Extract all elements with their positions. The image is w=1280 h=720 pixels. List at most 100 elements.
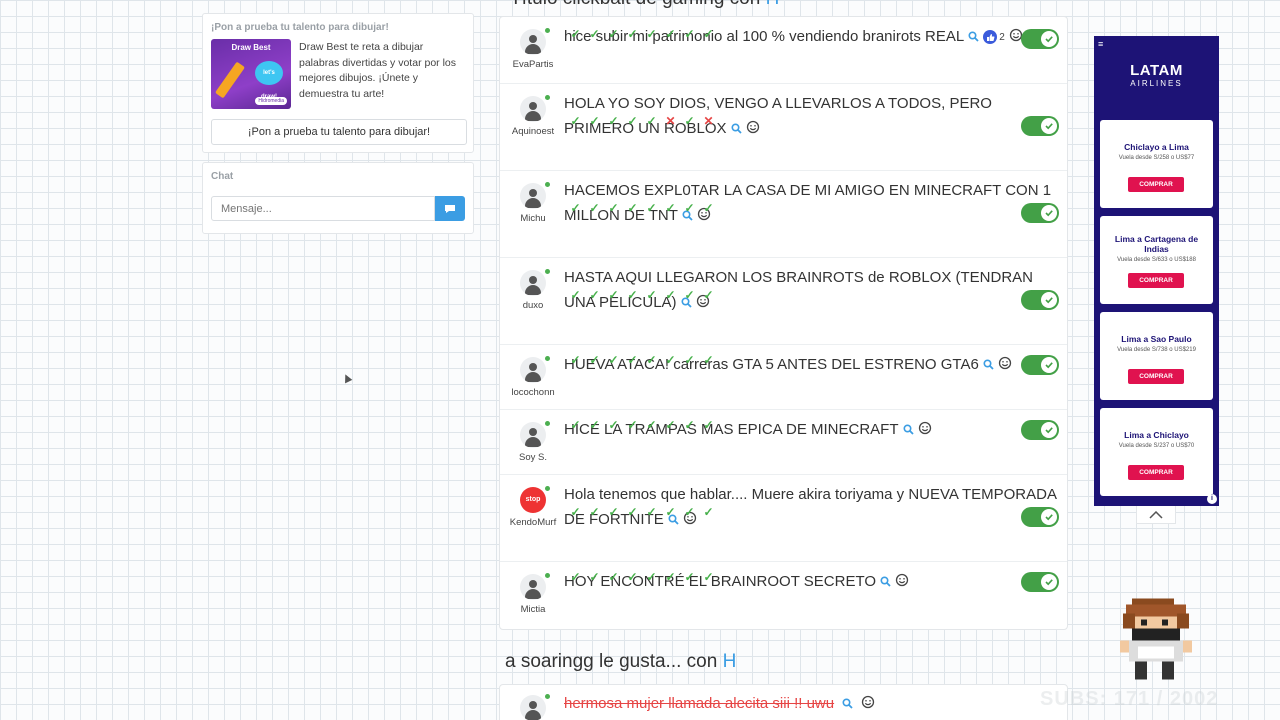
approve-toggle[interactable] [1021,420,1059,440]
check-icon: ✓ [589,570,600,584]
like-badge[interactable]: 2 [983,25,1005,50]
approve-toggle[interactable] [1021,572,1059,592]
emoji-icon[interactable] [895,570,909,595]
check-icon: ✓ [570,114,581,128]
latam-ad-banner[interactable]: ≡ LATAM AIRLINES Chiclayo a Lima Vuela de… [1094,36,1219,506]
check-icon: ✓ [684,570,695,584]
flight-offer[interactable]: Chiclayo a Lima Vuela desde S/258 o US$77… [1100,120,1213,208]
check-icon: ✓ [589,418,600,432]
check-icon: ✓ [646,505,657,519]
check-icon: ✓ [703,505,714,519]
drawbest-image[interactable]: Draw Best let's draw! Hidromedia [211,39,291,109]
username[interactable]: KendoMurf [500,517,566,528]
flight-offer[interactable]: Lima a Cartagena de Indias Vuela desde S/… [1100,216,1213,304]
promo-heading: ¡Pon a prueba tu talento para dibujar! [211,22,389,33]
search-icon[interactable] [983,353,994,378]
user-avatar-icon[interactable] [520,422,546,448]
search-icon[interactable] [842,692,853,717]
username[interactable]: EvaPartis [500,59,566,70]
mouse-cursor-icon [341,372,353,384]
check-icon [1041,205,1057,221]
ad-menu-icon[interactable]: ≡ [1098,39,1103,49]
check-icon: ✓ [665,201,676,215]
ad-collapse-button[interactable] [1136,506,1176,524]
promo-description: Draw Best te reta a dibujar palabras div… [299,41,456,100]
buy-button[interactable]: COMPRAR [1128,273,1184,288]
username[interactable]: Aquinoest [500,126,566,137]
check-icon: ✓ [646,418,657,432]
item-title[interactable]: hermosa mujer llamada alecita siii !! uw… [564,691,1060,717]
approve-toggle[interactable] [1021,507,1059,527]
feed-item: Soy S. HICE LA TRAMPAS MAS EPICA DE MINEC… [500,410,1067,475]
check-icon: ✓ [684,288,695,302]
check-icon: ✓ [570,27,581,41]
username[interactable]: duxo [500,300,566,311]
flight-offer[interactable]: Lima a Sao Paulo Vuela desde S/738 o US$2… [1100,312,1213,400]
user-avatar-icon[interactable] [520,96,546,122]
buy-button[interactable]: COMPRAR [1128,177,1184,192]
pixel-character-sprite [1120,598,1192,680]
check-icon: ✓ [665,418,676,432]
avatar[interactable] [520,695,546,720]
check-icon: ✓ [627,201,638,215]
vote-marks: ✓ ✓ ✓ ✓ ✓ ✓ ✓ ✓ [566,288,718,302]
section-title-soaringg: a soaringg le gusta... con H [505,651,737,672]
feed-item: Mictia HOY ENCONTRÉ EL BRAINROOT SECRETO ✓… [500,562,1067,631]
user-avatar-icon[interactable] [520,29,546,55]
check-icon: ✓ [646,27,657,41]
feed-item: Aquinoest HOLA YO SOY DIOS, VENGO A LLEVA… [500,84,1067,171]
buy-button[interactable]: COMPRAR [1128,369,1184,384]
drawbest-image-title: Draw Best [231,43,271,52]
offer-route: Lima a Chiclayo [1124,430,1189,440]
check-icon: ✓ [608,505,619,519]
approve-toggle[interactable] [1021,203,1059,223]
chat-send-button[interactable] [435,196,465,221]
check-icon: ✓ [608,353,619,367]
search-icon[interactable] [731,117,742,142]
online-indicator [545,573,550,578]
check-icon: ✓ [627,505,638,519]
flight-offer[interactable]: Lima a Chiclayo Vuela desde S/237 o US$70… [1100,408,1213,496]
user-avatar-icon[interactable] [520,270,546,296]
user-avatar-icon[interactable] [520,574,546,600]
check-icon [1041,292,1057,308]
vote-marks: ✓ ✓ ✓ ✓ ✓ ✓ ✓ ✓ [566,27,718,41]
search-icon[interactable] [880,570,891,595]
drawbest-promo-card: ¡Pon a prueba tu talento para dibujar! D… [202,13,474,153]
approve-toggle[interactable] [1021,355,1059,375]
check-icon: ✓ [608,114,619,128]
emoji-icon[interactable] [861,692,875,717]
approve-toggle[interactable] [1021,290,1059,310]
user-avatar-icon[interactable] [520,357,546,383]
chat-message-input[interactable] [211,196,436,221]
check-icon: ✓ [570,570,581,584]
check-icon: ✓ [589,288,600,302]
check-icon: ✓ [570,288,581,302]
check-icon: ✓ [703,570,714,584]
promo-cta-button[interactable]: ¡Pon a prueba tu talento para dibujar! [211,119,467,145]
username[interactable]: Mictia [500,604,566,615]
online-indicator [545,28,550,33]
emoji-icon[interactable] [918,418,932,443]
emoji-icon[interactable] [998,353,1012,378]
search-icon[interactable] [968,25,979,50]
username[interactable]: Soy S. [500,452,566,463]
approve-toggle[interactable] [1021,29,1059,49]
check-icon: ✓ [589,353,600,367]
approve-toggle[interactable] [1021,116,1059,136]
check-icon: ✓ [570,505,581,519]
ad-info-icon[interactable]: i [1207,494,1217,504]
check-icon: ✓ [684,201,695,215]
stop-sign-avatar[interactable]: stop [520,487,546,513]
buy-button[interactable]: COMPRAR [1128,465,1184,480]
emoji-icon[interactable] [746,117,760,142]
thumbs-up-icon [983,30,998,45]
check-icon [1041,422,1057,438]
check-icon: ✓ [608,570,619,584]
feed-item: duxo HASTA AQUI LLEGARON LOS BRAINROTS de… [500,258,1067,345]
search-icon[interactable] [903,418,914,443]
username[interactable]: Michu [500,213,566,224]
check-icon: ✓ [646,570,657,584]
username[interactable]: locochonn [500,387,566,398]
user-avatar-icon[interactable] [520,183,546,209]
